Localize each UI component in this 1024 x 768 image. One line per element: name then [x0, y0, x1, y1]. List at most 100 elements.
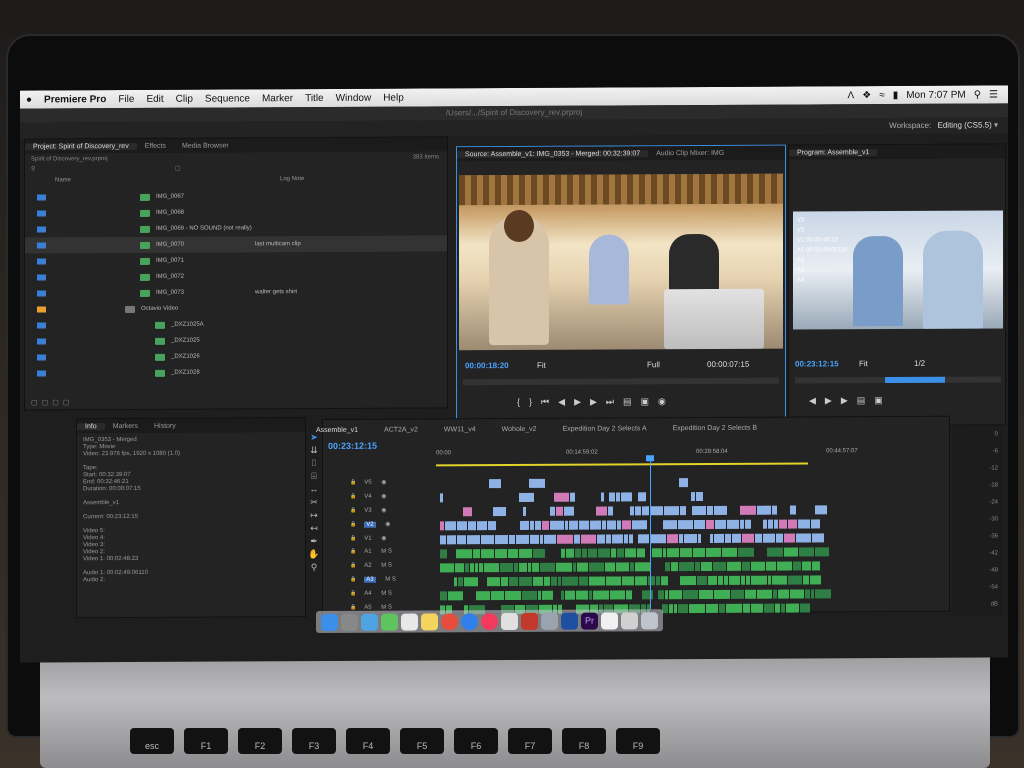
menu-window[interactable]: Window: [336, 92, 372, 103]
timeline-clip[interactable]: [440, 521, 444, 531]
overwrite-icon[interactable]: ▣: [641, 396, 650, 407]
timeline-clip[interactable]: [742, 561, 750, 571]
timeline-clip[interactable]: [669, 604, 673, 614]
timeline-clip[interactable]: [556, 506, 563, 516]
timeline-clip[interactable]: [635, 562, 651, 572]
lock-icon[interactable]: 🔒: [350, 536, 356, 542]
timeline-clip[interactable]: [773, 589, 777, 599]
timeline-clip[interactable]: [812, 561, 820, 571]
timeline-clip[interactable]: [714, 505, 727, 515]
timeline-clip[interactable]: [489, 479, 501, 489]
timeline-clip[interactable]: [745, 519, 751, 529]
timeline-clip[interactable]: [725, 533, 731, 543]
timeline-clip[interactable]: [576, 590, 588, 600]
timeline-clip[interactable]: [763, 519, 767, 529]
project-row[interactable]: _DXZ1028: [25, 363, 447, 381]
rate-stretch-tool-icon[interactable]: ↔: [308, 483, 320, 496]
app-menu[interactable]: Premiere Pro: [44, 94, 106, 105]
timeline-clip[interactable]: [530, 534, 539, 544]
timeline-clip[interactable]: [589, 590, 592, 600]
timeline-clip[interactable]: [533, 576, 543, 586]
play-icon[interactable]: ▶: [574, 397, 581, 408]
timeline-clip[interactable]: [611, 548, 616, 558]
timeline-clip[interactable]: [447, 535, 456, 545]
preview-icon[interactable]: [501, 612, 518, 630]
timeline-clip[interactable]: [598, 548, 610, 558]
timeline-clip[interactable]: [689, 603, 705, 614]
timeline-clip[interactable]: [440, 549, 447, 559]
timeline-clip[interactable]: [667, 548, 679, 558]
menu-help[interactable]: Help: [383, 92, 404, 103]
timeline-clip[interactable]: [767, 547, 783, 557]
pen-tool-icon[interactable]: ✒: [308, 535, 320, 548]
timeline-clip[interactable]: [454, 577, 457, 587]
prog-extract-icon[interactable]: ▣: [874, 395, 883, 406]
timeline-clip[interactable]: [475, 563, 478, 573]
timeline-clip[interactable]: [778, 589, 789, 599]
timeline-clip[interactable]: [724, 575, 728, 585]
timeline-clip[interactable]: [630, 506, 634, 516]
timeline-clip[interactable]: [445, 521, 456, 531]
timeline-clip[interactable]: [656, 576, 660, 586]
timeline-clip[interactable]: [671, 562, 678, 572]
timeline-clip[interactable]: [488, 521, 496, 531]
timeline-clip[interactable]: [440, 493, 443, 503]
messages-icon[interactable]: [381, 613, 398, 631]
timeline-clip[interactable]: [727, 561, 741, 571]
tab-media-browser[interactable]: Media Browser: [174, 142, 237, 149]
timeline-clip[interactable]: [440, 563, 454, 573]
mark-out-icon[interactable]: }: [529, 397, 532, 408]
timeline-clip[interactable]: [473, 549, 480, 559]
timeline-clip[interactable]: [757, 505, 771, 515]
timeline-clip[interactable]: [550, 520, 564, 530]
timeline-clip[interactable]: [652, 548, 662, 558]
timeline-clip[interactable]: [693, 547, 705, 558]
timeline-clip[interactable]: [678, 520, 693, 530]
eye-icon[interactable]: ◉: [384, 522, 390, 528]
track-name[interactable]: V2: [364, 521, 376, 528]
timeline-clip[interactable]: [745, 589, 756, 599]
slip-tool-icon[interactable]: ↦: [308, 509, 320, 522]
timeline-clip[interactable]: [465, 563, 469, 573]
battery-icon[interactable]: ▮: [893, 89, 899, 100]
search-icon[interactable]: ⚲: [31, 166, 35, 173]
finder-icon[interactable]: [321, 613, 338, 631]
lock-icon[interactable]: 🔒: [350, 577, 356, 583]
timeline-clip[interactable]: [638, 492, 646, 502]
lock-icon[interactable]: 🔒: [350, 549, 356, 555]
timeline-clip[interactable]: [810, 575, 821, 585]
program-scrubber[interactable]: [795, 376, 1001, 384]
timeline-clip[interactable]: [811, 589, 814, 599]
track-name[interactable]: A3: [364, 576, 376, 583]
timeline-clip[interactable]: [523, 506, 526, 516]
tab-seq-day2a[interactable]: Expedition Day 2 Selects A: [563, 425, 647, 432]
timeline-clip[interactable]: [722, 547, 737, 557]
timeline-clip[interactable]: [718, 575, 723, 585]
zoom-tool-icon[interactable]: ⚲: [308, 561, 320, 574]
tab-program[interactable]: Program: Assemble_v1: [789, 148, 878, 157]
timeline-clip[interactable]: [557, 534, 573, 544]
timeline-clip[interactable]: [616, 492, 620, 502]
timeline-clip[interactable]: [508, 548, 518, 559]
timeline-clip[interactable]: [731, 589, 744, 599]
timeline-clip[interactable]: [520, 520, 529, 530]
timeline-clip[interactable]: [772, 505, 777, 515]
timeline-clip[interactable]: [708, 575, 717, 585]
source-resolution-select[interactable]: Full: [647, 360, 660, 369]
project-footer-icons[interactable]: ▢▢▢▢: [31, 398, 73, 406]
timeline-clip[interactable]: [596, 506, 607, 516]
timeline-clip[interactable]: [793, 561, 801, 571]
menu-title[interactable]: Title: [305, 92, 324, 103]
timeline-clip[interactable]: [680, 506, 686, 516]
timeline-clip[interactable]: [768, 519, 773, 529]
timeline-clip[interactable]: [509, 576, 518, 587]
timeline-clip[interactable]: [562, 576, 578, 586]
timeline-clip[interactable]: [679, 562, 694, 572]
timeline-clip[interactable]: [495, 535, 508, 545]
timeline-clip[interactable]: [516, 534, 529, 544]
timeline-clip[interactable]: [695, 562, 700, 572]
track-name[interactable]: A1: [364, 549, 371, 555]
timeline-clip[interactable]: [784, 547, 798, 557]
timeline-clip[interactable]: [738, 547, 754, 557]
timeline-clip[interactable]: [533, 548, 545, 558]
